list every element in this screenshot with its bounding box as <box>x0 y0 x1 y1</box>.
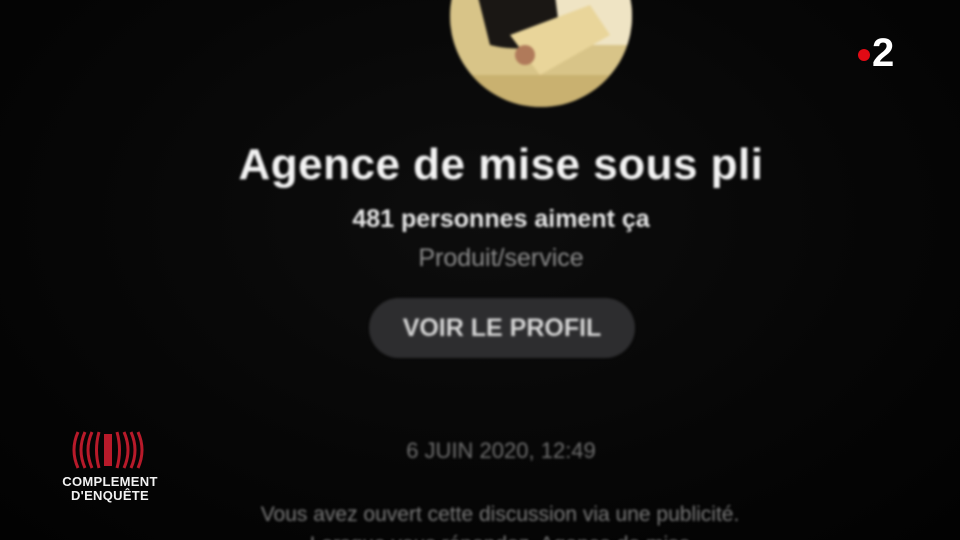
page-title: Agence de mise sous pli <box>238 140 764 189</box>
conversation-intro-text: Vous avez ouvert cette discussion via un… <box>260 503 740 540</box>
channel-logo: 2 <box>858 30 894 76</box>
page-category: Produit/service <box>418 244 584 272</box>
show-title-line1: COMPLEMENT <box>62 474 158 489</box>
phone-screen: Agence de mise sous pli 481 personnes ai… <box>40 0 940 540</box>
show-title-line2: D'ENQUÊTE <box>70 488 150 503</box>
show-logo: COMPLEMENT D'ENQUÊTE <box>52 430 168 506</box>
likes-count: 481 personnes aiment ça <box>352 205 650 233</box>
video-frame: Agence de mise sous pli 481 personnes ai… <box>0 0 960 540</box>
channel-dot-icon <box>858 49 870 61</box>
view-profile-button[interactable]: VOIR LE PROFIL <box>369 298 635 358</box>
channel-number: 2 <box>872 31 895 75</box>
profile-avatar[interactable] <box>450 0 632 107</box>
avatar-photo-icon <box>450 0 632 107</box>
show-mark-icon <box>72 431 144 469</box>
